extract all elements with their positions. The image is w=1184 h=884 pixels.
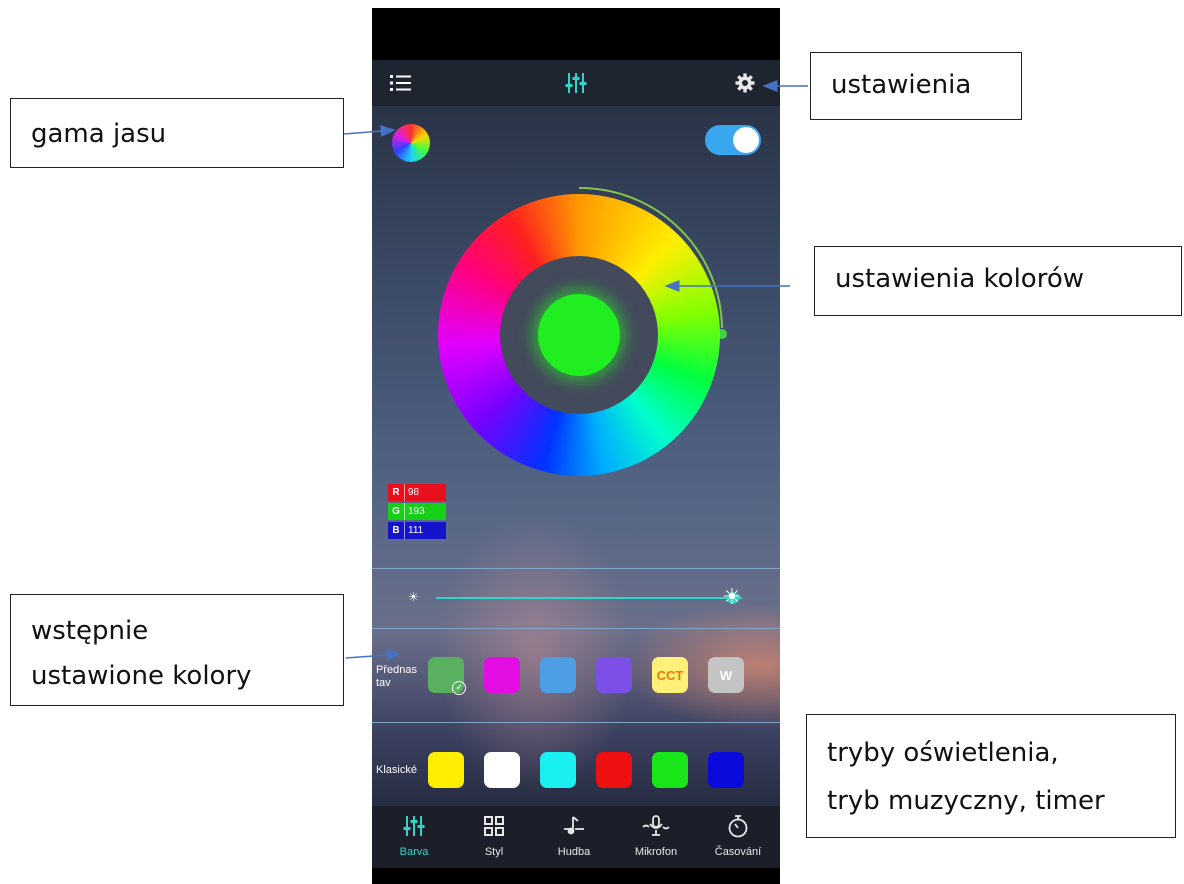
classic-swatch[interactable] — [484, 752, 520, 788]
preset-swatch[interactable] — [596, 657, 632, 693]
rgb-row-r: R 98 — [388, 484, 446, 501]
rgb-channel-key: G — [392, 506, 400, 517]
status-bar — [372, 8, 780, 60]
callout-modes: tryby oświetlenia, tryb muzyczny, timer — [806, 714, 1176, 838]
presets-label: Přednas tav — [376, 664, 417, 689]
color-screen: R 98 G 193 B 111 ☀ ☀ Přednas tav ✓ CCT W Klasic… — [372, 106, 780, 806]
preset-swatch[interactable] — [484, 657, 520, 693]
nav-label: Mikrofon — [634, 846, 678, 858]
rgb-row-g: G 193 — [388, 503, 446, 520]
check-icon: ✓ — [452, 681, 466, 695]
bottom-bar — [372, 868, 780, 884]
classic-swatch[interactable] — [540, 752, 576, 788]
callout-presets-line2: ustawione kolory — [31, 661, 252, 691]
color-wheel-center — [500, 256, 658, 414]
gear-icon[interactable] — [732, 71, 758, 95]
callout-settings: ustawienia — [810, 52, 1022, 120]
divider — [372, 628, 780, 629]
callout-color-settings-text: ustawienia kolorów — [835, 264, 1084, 294]
music-note-icon — [538, 814, 610, 838]
callout-color-settings: ustawienia kolorów — [814, 246, 1182, 316]
preset-swatch[interactable] — [540, 657, 576, 693]
rgb-channel-value: 111 — [404, 522, 446, 539]
rgb-channel-key: R — [392, 487, 400, 498]
classic-swatch[interactable] — [428, 752, 464, 788]
color-wheel[interactable] — [438, 194, 720, 476]
rgb-channel-key: B — [392, 525, 400, 536]
nav-label: Časování — [714, 846, 762, 858]
bottom-navigation: Barva Styl Hudba Mikrofon Časování — [372, 806, 780, 868]
brightness-slider[interactable]: ☀ ☀ — [402, 584, 752, 612]
sun-large-icon[interactable]: ☀ — [722, 584, 742, 610]
nav-label: Hudba — [557, 846, 591, 858]
nav-label: Barva — [399, 846, 429, 858]
callout-settings-text: ustawienia — [831, 70, 972, 100]
equalizer-sliders-icon[interactable] — [561, 70, 591, 96]
callout-gamma: gama jasu — [10, 98, 344, 168]
nav-item-hudba[interactable]: Hudba — [538, 806, 610, 868]
equalizer-sliders-icon — [378, 814, 450, 838]
nav-item-styl[interactable]: Styl — [458, 806, 530, 868]
rgb-row-b: B 111 — [388, 522, 446, 539]
callout-presets: wstępnie ustawione kolory — [10, 594, 344, 706]
selected-color-indicator — [538, 294, 620, 376]
divider — [372, 722, 780, 723]
classic-swatch[interactable] — [596, 752, 632, 788]
callout-modes-line2: tryb muzyczny, timer — [827, 786, 1105, 816]
stopwatch-icon — [702, 814, 774, 838]
sun-small-icon: ☀ — [408, 590, 419, 604]
classic-swatch[interactable] — [652, 752, 688, 788]
divider — [372, 568, 780, 569]
nav-item-barva[interactable]: Barva — [378, 806, 450, 868]
callout-gamma-text: gama jasu — [31, 119, 167, 149]
microphone-icon — [620, 814, 692, 838]
grid-icon — [458, 814, 530, 838]
preset-swatch[interactable]: CCT — [652, 657, 688, 693]
nav-label: Styl — [484, 846, 504, 858]
callout-presets-line1: wstępnie — [31, 616, 149, 646]
rgb-channel-value: 98 — [404, 484, 446, 501]
rgb-channel-value: 193 — [404, 503, 446, 520]
nav-item-casovani[interactable]: Časování — [702, 806, 774, 868]
list-icon[interactable] — [386, 71, 416, 95]
callout-modes-line1: tryby oświetlenia, — [827, 738, 1059, 768]
phone-screen: R 98 G 193 B 111 ☀ ☀ Přednas tav ✓ CCT W Klasic… — [372, 8, 780, 884]
classic-swatch[interactable] — [708, 752, 744, 788]
classic-label: Klasické — [376, 764, 417, 776]
app-bar — [372, 60, 780, 106]
brightness-track — [436, 597, 742, 599]
preset-swatch[interactable]: ✓ — [428, 657, 466, 695]
nav-item-mikrofon[interactable]: Mikrofon — [620, 806, 692, 868]
preset-swatch[interactable]: W — [708, 657, 744, 693]
